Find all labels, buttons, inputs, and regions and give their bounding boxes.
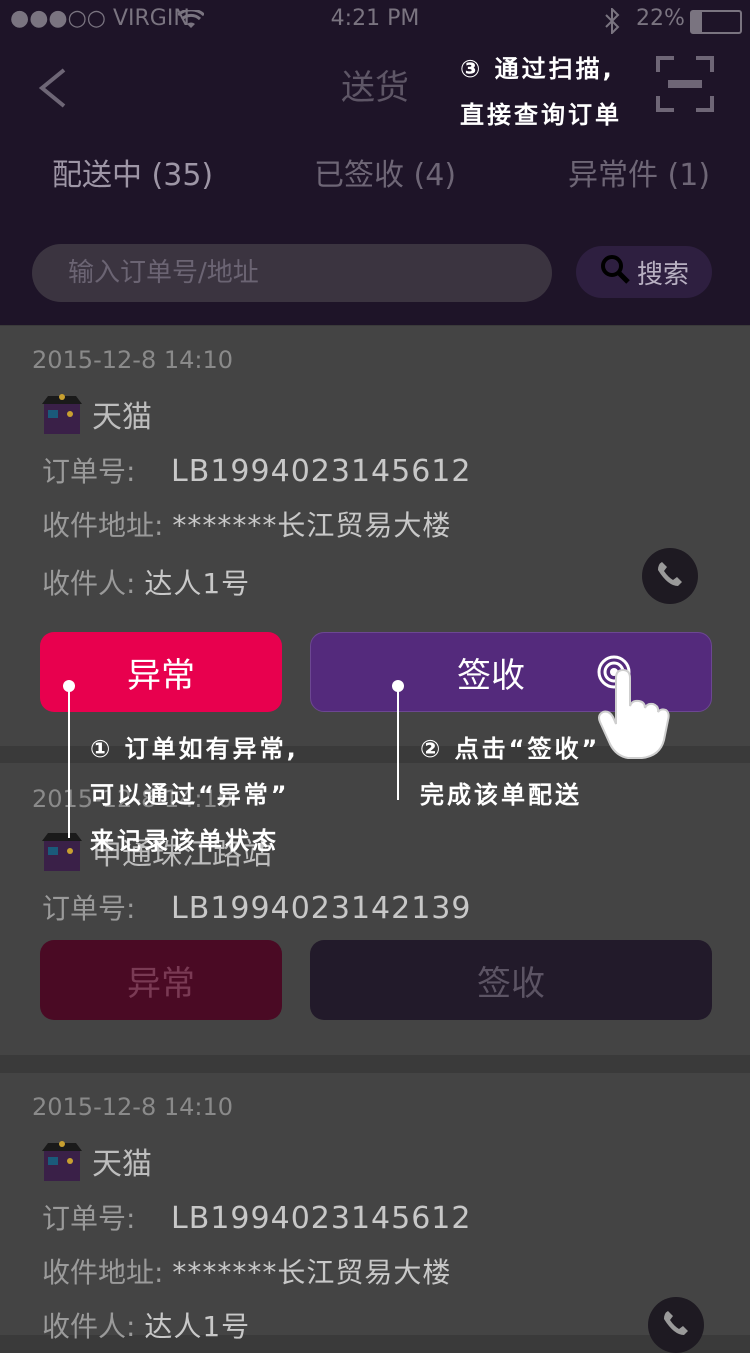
receiver-row: 收件人: 达人1号	[42, 562, 250, 602]
order-number-label: 订单号:	[42, 1202, 136, 1235]
call-button[interactable]	[642, 548, 698, 604]
order-number: LB1994023145612	[171, 1201, 472, 1236]
order-number: LB1994023142139	[171, 891, 472, 926]
sign-button-label: 签收	[457, 655, 525, 696]
phone-icon	[656, 560, 684, 592]
search-button[interactable]: 搜索	[576, 246, 712, 298]
scan-annotation-line2: 直接查询订单	[460, 101, 622, 129]
abnormal-button[interactable]: 异常	[40, 632, 282, 712]
address-value: *******长江贸易大楼	[172, 1256, 452, 1289]
receiver-label: 收件人:	[42, 567, 136, 600]
scan-annotation-line1: ③ 通过扫描,	[460, 55, 615, 83]
order-number: LB1994023145612	[171, 454, 472, 489]
sign-pointer-line	[397, 686, 399, 800]
search-box	[32, 244, 552, 302]
search-icon	[599, 253, 631, 292]
call-button[interactable]	[648, 1297, 704, 1353]
page-title: 送货	[341, 68, 409, 108]
abnormal-annotation-line1: ① 订单如有异常,	[90, 735, 299, 763]
address-value: *******长江贸易大楼	[172, 509, 452, 542]
order-date: 2015-12-8 14:10	[32, 346, 233, 374]
bluetooth-icon	[604, 6, 620, 38]
sign-annotation-line1: ② 点击“签收”	[420, 735, 601, 763]
order-number-row: 订单号: LB1994023145612	[42, 450, 471, 490]
phone-icon	[662, 1309, 690, 1341]
receiver-value: 达人1号	[144, 1310, 251, 1343]
battery-percent: 22%	[636, 6, 685, 31]
tab-signed[interactable]: 已签收 (4)	[314, 150, 456, 194]
address-row: 收件地址: *******长江贸易大楼	[42, 1251, 451, 1291]
scan-frame-icon	[656, 56, 714, 116]
hand-pointer-icon	[596, 668, 670, 766]
order-card-3: 2015-12-8 14:10 天猫 订单号: LB1994023145612 …	[0, 1072, 750, 1353]
sign-annotation-line2: 完成该单配送	[420, 781, 582, 809]
sign-annotation: ② 点击“签收” 完成该单配送	[420, 726, 600, 818]
order-number-row: 订单号: LB1994023142139	[42, 887, 471, 927]
address-label: 收件地址:	[42, 1256, 164, 1289]
receiver-label: 收件人:	[42, 1310, 136, 1343]
order-number-label: 订单号:	[42, 455, 136, 488]
abnormal-annotation: ① 订单如有异常, 可以通过“异常” 来记录该单状态	[90, 726, 299, 864]
order-store: 天猫	[42, 392, 152, 436]
tab-exception[interactable]: 异常件 (1)	[568, 150, 710, 194]
abnormal-annotation-line3: 来记录该单状态	[90, 827, 279, 855]
scan-button[interactable]	[656, 56, 714, 116]
scan-annotation: ③ 通过扫描, 直接查询订单	[460, 46, 622, 138]
sign-button[interactable]: 签收	[310, 940, 712, 1020]
store-icon	[42, 831, 82, 871]
order-store: 天猫	[42, 1139, 152, 1183]
address-row: 收件地址: *******长江贸易大楼	[42, 504, 451, 544]
receiver-value: 达人1号	[144, 567, 251, 600]
abnormal-pointer-line	[68, 686, 70, 838]
store-name: 天猫	[92, 400, 152, 435]
order-number-row: 订单号: LB1994023145612	[42, 1197, 471, 1237]
abnormal-button[interactable]: 异常	[40, 940, 282, 1020]
store-icon	[42, 394, 82, 434]
abnormal-annotation-line2: 可以通过“异常”	[90, 781, 290, 809]
receiver-row: 收件人: 达人1号	[42, 1305, 250, 1345]
tab-delivering[interactable]: 配送中 (35)	[52, 150, 213, 194]
battery-icon	[690, 10, 742, 34]
store-icon	[42, 1141, 82, 1181]
search-button-label: 搜索	[636, 259, 689, 290]
header: ●●●○○ VIRGIN 4:21 PM 22% 送货 配送中 (35) 已签收…	[0, 0, 750, 325]
order-number-label: 订单号:	[42, 892, 136, 925]
search-input[interactable]	[32, 244, 552, 302]
address-label: 收件地址:	[42, 509, 164, 542]
store-name: 天猫	[92, 1147, 152, 1182]
order-date: 2015-12-8 14:10	[32, 1093, 233, 1121]
